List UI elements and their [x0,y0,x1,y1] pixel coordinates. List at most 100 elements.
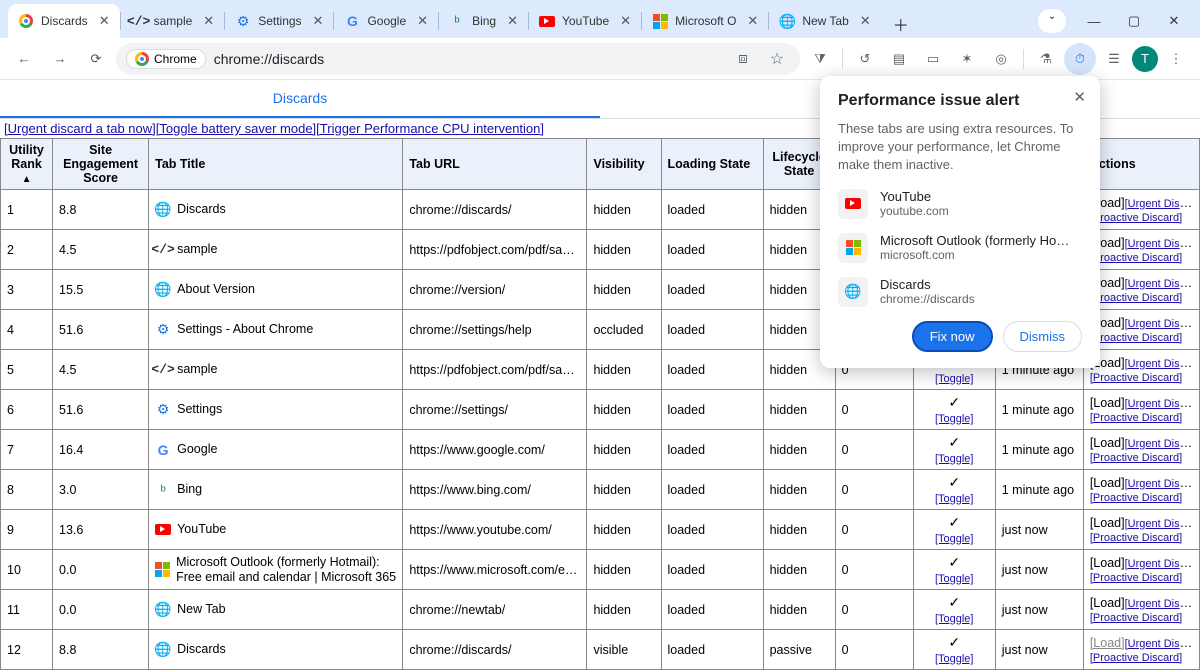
action-load[interactable]: [Load] [1090,516,1125,530]
reading-list-button[interactable]: ▤ [883,43,915,75]
close-window-button[interactable]: ✕ [1154,4,1194,38]
dismiss-button[interactable]: Dismiss [1003,321,1083,352]
th-engagement-score[interactable]: Site Engagement Score [53,139,149,190]
th-actions[interactable]: Actions [1083,139,1199,190]
browser-tab[interactable]: Microsoft O✕ [642,4,768,38]
reader-mode-button[interactable]: ▭ [917,43,949,75]
browser-tab[interactable]: GGoogle✕ [334,4,438,38]
labs-button[interactable]: ⚗ [1030,43,1062,75]
toggle-discardable-link[interactable]: [Toggle] [935,573,974,585]
action-urgent-discard[interactable]: [Urgent Discard] [1125,396,1200,410]
th-utility-rank[interactable]: Utility Rank ▲ [1,139,53,190]
th-visibility[interactable]: Visibility [587,139,661,190]
history-button[interactable]: ↺ [849,43,881,75]
tab-close-button[interactable]: ✕ [417,13,428,29]
toggle-discardable-link[interactable]: [Toggle] [935,493,974,505]
action-urgent-discard[interactable]: [Urgent Discard] [1125,356,1200,370]
tab-close-button[interactable]: ✕ [313,13,324,29]
maximize-button[interactable]: ▢ [1114,4,1154,38]
action-urgent-discard[interactable]: [Urgent Discard] [1125,556,1200,570]
side-panel-button[interactable]: ☰ [1098,43,1130,75]
cell-loading: loaded [661,390,763,430]
back-button[interactable]: ← [8,43,40,75]
link-toggle-battery-saver[interactable]: [Toggle battery saver mode] [156,121,316,136]
cell-score: 8.8 [53,190,149,230]
cell-loading: loaded [661,350,763,390]
action-proactive-discard[interactable]: [Proactive Discard] [1090,252,1182,264]
toggle-discardable-link[interactable]: [Toggle] [935,653,974,665]
action-load[interactable]: [Load] [1090,476,1125,490]
extensions-button[interactable]: ⧩ [804,43,836,75]
action-urgent-discard[interactable]: [Urgent Discard] [1125,636,1200,650]
toggle-discardable-link[interactable]: [Toggle] [935,373,974,385]
minimize-button[interactable]: — [1074,4,1114,38]
profile-avatar[interactable]: T [1132,46,1158,72]
browser-tab[interactable]: ⚙Settings✕ [225,4,333,38]
action-proactive-discard[interactable]: [Proactive Discard] [1090,532,1182,544]
tab-close-button[interactable]: ✕ [99,13,110,29]
bookmark-star-button[interactable]: ☆ [764,46,790,72]
action-urgent-discard[interactable]: [Urgent Discard] [1125,596,1200,610]
action-proactive-discard[interactable]: [Proactive Discard] [1090,372,1182,384]
action-urgent-discard[interactable]: [Urgent Discard] [1125,516,1200,530]
cell-score: 8.8 [53,630,149,670]
th-tab-title[interactable]: Tab Title [149,139,403,190]
reload-button[interactable]: ⟳ [80,43,112,75]
browser-tab[interactable]: YouTube✕ [529,4,641,38]
browser-tab[interactable]: 🌐New Tab✕ [769,4,880,38]
action-urgent-discard[interactable]: [Urgent Discard] [1125,436,1200,450]
tab-search-button[interactable]: ˇ [1038,9,1066,33]
tab-close-button[interactable]: ✕ [507,13,518,29]
cast-button[interactable]: ◎ [985,43,1017,75]
link-trigger-cpu-intervention[interactable]: [Trigger Performance CPU intervention] [316,121,544,136]
toggle-discardable-link[interactable]: [Toggle] [935,613,974,625]
bookmarks-button[interactable]: ✶ [951,43,983,75]
omnibox[interactable]: Chrome ⧈ ☆ [116,43,800,75]
action-urgent-discard[interactable]: [Urgent Discard] [1125,236,1200,250]
gear-icon: ⚙ [237,13,250,30]
action-proactive-discard[interactable]: [Proactive Discard] [1090,652,1182,664]
action-load[interactable]: [Load] [1090,436,1125,450]
lens-button[interactable]: ⧈ [730,46,756,72]
cell-url: chrome://discards/ [403,630,587,670]
action-load[interactable]: [Load] [1090,556,1125,570]
action-urgent-discard[interactable]: [Urgent Discard] [1125,276,1200,290]
th-loading-state[interactable]: Loading State [661,139,763,190]
cell-visibility: hidden [587,270,661,310]
action-urgent-discard[interactable]: [Urgent Discard] [1125,316,1200,330]
action-urgent-discard[interactable]: [Urgent Discard] [1125,196,1200,210]
url-input[interactable] [214,51,722,67]
action-proactive-discard[interactable]: [Proactive Discard] [1090,292,1182,304]
tab-close-button[interactable]: ✕ [620,13,631,29]
action-load[interactable]: [Load] [1090,396,1125,410]
browser-tab[interactable]: Discards✕ [8,4,120,38]
kebab-menu-button[interactable]: ⋮ [1160,43,1192,75]
action-urgent-discard[interactable]: [Urgent Discard] [1125,476,1200,490]
action-proactive-discard[interactable]: [Proactive Discard] [1090,572,1182,584]
action-proactive-discard[interactable]: [Proactive Discard] [1090,212,1182,224]
youtube-icon [155,524,171,535]
popup-close-button[interactable]: ✕ [1073,88,1086,106]
tab-label: sample [154,14,193,28]
action-proactive-discard[interactable]: [Proactive Discard] [1090,452,1182,464]
tab-close-button[interactable]: ✕ [747,13,758,29]
toggle-discardable-link[interactable]: [Toggle] [935,413,974,425]
th-tab-url[interactable]: Tab URL [403,139,587,190]
forward-button[interactable]: → [44,43,76,75]
tab-close-button[interactable]: ✕ [203,13,214,29]
new-tab-button[interactable]: ＋ [887,10,915,38]
action-proactive-discard[interactable]: [Proactive Discard] [1090,412,1182,424]
browser-tab[interactable]: </>sample✕ [121,4,225,38]
action-load[interactable]: [Load] [1090,596,1125,610]
action-proactive-discard[interactable]: [Proactive Discard] [1090,612,1182,624]
action-proactive-discard[interactable]: [Proactive Discard] [1090,332,1182,344]
tab-discards[interactable]: Discards [0,80,600,118]
action-proactive-discard[interactable]: [Proactive Discard] [1090,492,1182,504]
toggle-discardable-link[interactable]: [Toggle] [935,453,974,465]
browser-tab[interactable]: ᵇBing✕ [439,4,528,38]
toggle-discardable-link[interactable]: [Toggle] [935,533,974,545]
fix-now-button[interactable]: Fix now [912,321,993,352]
performance-button[interactable]: ⏱ [1064,43,1096,75]
link-urgent-discard-now[interactable]: [Urgent discard a tab now] [4,121,156,136]
tab-close-button[interactable]: ✕ [860,13,871,29]
